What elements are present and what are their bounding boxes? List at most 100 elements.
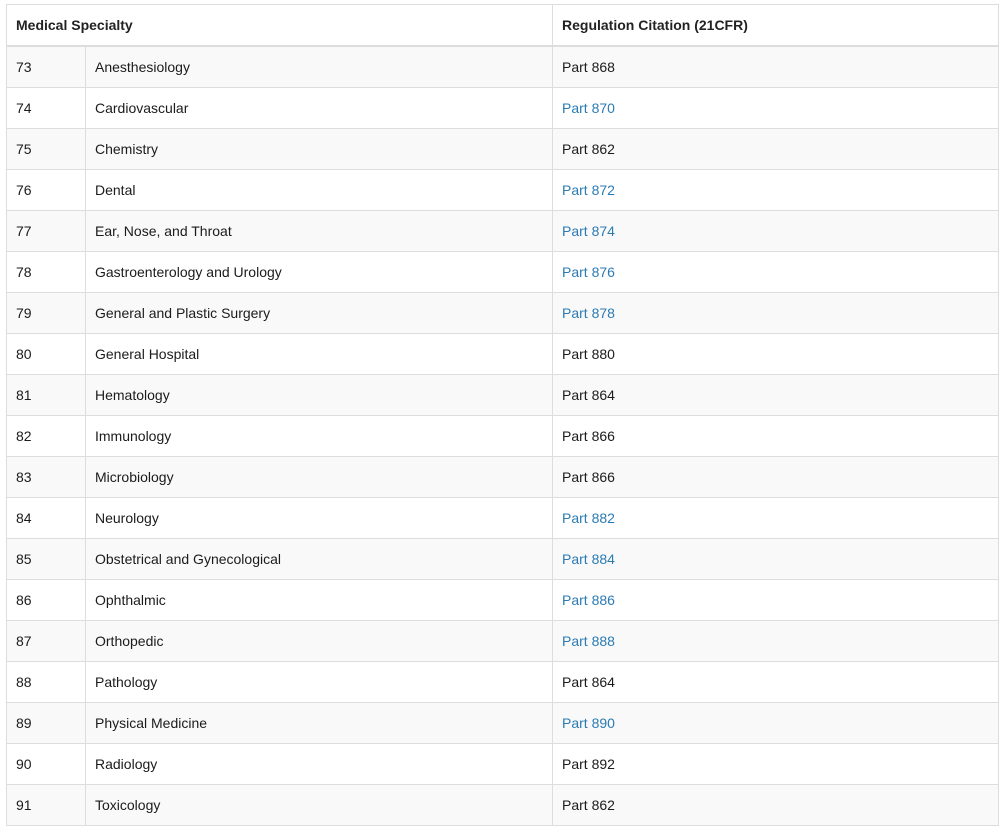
regulation-citation-cell: Part 878 bbox=[552, 292, 999, 334]
specialty-name-cell: General Hospital bbox=[85, 333, 553, 375]
table-row: 90 Radiology Part 892 bbox=[6, 743, 999, 785]
specialty-code-cell: 90 bbox=[6, 743, 86, 785]
specialty-name-cell: Immunology bbox=[85, 415, 553, 457]
specialty-code-cell: 89 bbox=[6, 702, 86, 744]
table-row: 73 Anesthesiology Part 868 bbox=[6, 45, 999, 88]
regulation-part-text: Part 862 bbox=[562, 141, 615, 157]
regulation-part-link[interactable]: Part 878 bbox=[562, 305, 615, 321]
specialty-code-cell: 84 bbox=[6, 497, 86, 539]
regulation-part-link[interactable]: Part 890 bbox=[562, 715, 615, 731]
specialty-name-cell: Pathology bbox=[85, 661, 553, 703]
specialty-name-cell: Ophthalmic bbox=[85, 579, 553, 621]
specialty-code-cell: 73 bbox=[6, 45, 86, 88]
table-row: 84 Neurology Part 882 bbox=[6, 497, 999, 539]
specialty-code-cell: 91 bbox=[6, 784, 86, 826]
specialty-name-cell: General and Plastic Surgery bbox=[85, 292, 553, 334]
specialty-code-cell: 83 bbox=[6, 456, 86, 498]
specialty-name-cell: Orthopedic bbox=[85, 620, 553, 662]
regulation-citation-cell: Part 862 bbox=[552, 128, 999, 170]
specialty-code-cell: 82 bbox=[6, 415, 86, 457]
specialty-code-cell: 76 bbox=[6, 169, 86, 211]
specialty-code-cell: 88 bbox=[6, 661, 86, 703]
specialty-code-cell: 87 bbox=[6, 620, 86, 662]
regulation-citation-cell: Part 862 bbox=[552, 784, 999, 826]
regulation-part-text: Part 866 bbox=[562, 469, 615, 485]
regulation-part-link[interactable]: Part 876 bbox=[562, 264, 615, 280]
specialty-code-cell: 81 bbox=[6, 374, 86, 416]
table-row: 76 Dental Part 872 bbox=[6, 169, 999, 211]
table-row: 78 Gastroenterology and Urology Part 876 bbox=[6, 251, 999, 293]
table-row: 79 General and Plastic Surgery Part 878 bbox=[6, 292, 999, 334]
regulation-part-link[interactable]: Part 886 bbox=[562, 592, 615, 608]
regulation-part-text: Part 864 bbox=[562, 674, 615, 690]
table-row: 86 Ophthalmic Part 886 bbox=[6, 579, 999, 621]
regulation-part-text: Part 892 bbox=[562, 756, 615, 772]
regulation-citation-cell: Part 866 bbox=[552, 456, 999, 498]
header-medical-specialty: Medical Specialty bbox=[6, 4, 553, 47]
specialty-code-cell: 74 bbox=[6, 87, 86, 129]
table-row: 87 Orthopedic Part 888 bbox=[6, 620, 999, 662]
regulation-part-link[interactable]: Part 888 bbox=[562, 633, 615, 649]
specialty-code-cell: 78 bbox=[6, 251, 86, 293]
regulation-citation-cell: Part 880 bbox=[552, 333, 999, 375]
regulation-part-text: Part 864 bbox=[562, 387, 615, 403]
specialty-name-cell: Chemistry bbox=[85, 128, 553, 170]
regulation-part-text: Part 868 bbox=[562, 59, 615, 75]
regulation-citation-cell: Part 874 bbox=[552, 210, 999, 252]
regulation-citation-cell: Part 890 bbox=[552, 702, 999, 744]
specialty-regulation-table: Medical Specialty Regulation Citation (2… bbox=[6, 4, 999, 826]
table-row: 89 Physical Medicine Part 890 bbox=[6, 702, 999, 744]
table-row: 82 Immunology Part 866 bbox=[6, 415, 999, 457]
regulation-part-text: Part 866 bbox=[562, 428, 615, 444]
specialty-name-cell: Radiology bbox=[85, 743, 553, 785]
regulation-part-link[interactable]: Part 872 bbox=[562, 182, 615, 198]
table-row: 91 Toxicology Part 862 bbox=[6, 784, 999, 826]
specialty-name-cell: Hematology bbox=[85, 374, 553, 416]
regulation-part-text: Part 880 bbox=[562, 346, 615, 362]
regulation-citation-cell: Part 866 bbox=[552, 415, 999, 457]
regulation-citation-cell: Part 868 bbox=[552, 45, 999, 88]
table-row: 80 General Hospital Part 880 bbox=[6, 333, 999, 375]
specialty-name-cell: Dental bbox=[85, 169, 553, 211]
table-row: 85 Obstetrical and Gynecological Part 884 bbox=[6, 538, 999, 580]
regulation-citation-cell: Part 864 bbox=[552, 661, 999, 703]
regulation-part-link[interactable]: Part 884 bbox=[562, 551, 615, 567]
regulation-citation-cell: Part 876 bbox=[552, 251, 999, 293]
specialty-name-cell: Obstetrical and Gynecological bbox=[85, 538, 553, 580]
table-row: 74 Cardiovascular Part 870 bbox=[6, 87, 999, 129]
table-row: 83 Microbiology Part 866 bbox=[6, 456, 999, 498]
table-header: Medical Specialty Regulation Citation (2… bbox=[6, 4, 999, 47]
specialty-name-cell: Gastroenterology and Urology bbox=[85, 251, 553, 293]
specialty-code-cell: 79 bbox=[6, 292, 86, 334]
specialty-name-cell: Cardiovascular bbox=[85, 87, 553, 129]
regulation-part-link[interactable]: Part 874 bbox=[562, 223, 615, 239]
specialty-code-cell: 75 bbox=[6, 128, 86, 170]
table-row: 75 Chemistry Part 862 bbox=[6, 128, 999, 170]
header-row: Medical Specialty Regulation Citation (2… bbox=[6, 4, 999, 47]
regulation-part-link[interactable]: Part 882 bbox=[562, 510, 615, 526]
regulation-citation-cell: Part 888 bbox=[552, 620, 999, 662]
regulation-citation-cell: Part 864 bbox=[552, 374, 999, 416]
regulation-citation-cell: Part 870 bbox=[552, 87, 999, 129]
specialty-name-cell: Physical Medicine bbox=[85, 702, 553, 744]
specialty-name-cell: Neurology bbox=[85, 497, 553, 539]
regulation-citation-cell: Part 892 bbox=[552, 743, 999, 785]
header-regulation-citation: Regulation Citation (21CFR) bbox=[552, 4, 999, 47]
table-row: 88 Pathology Part 864 bbox=[6, 661, 999, 703]
regulation-citation-cell: Part 882 bbox=[552, 497, 999, 539]
specialty-name-cell: Anesthesiology bbox=[85, 45, 553, 88]
regulation-citation-cell: Part 886 bbox=[552, 579, 999, 621]
specialty-name-cell: Ear, Nose, and Throat bbox=[85, 210, 553, 252]
regulation-citation-cell: Part 872 bbox=[552, 169, 999, 211]
table-row: 77 Ear, Nose, and Throat Part 874 bbox=[6, 210, 999, 252]
table-row: 81 Hematology Part 864 bbox=[6, 374, 999, 416]
specialty-name-cell: Toxicology bbox=[85, 784, 553, 826]
specialty-table-container: Medical Specialty Regulation Citation (2… bbox=[6, 4, 999, 826]
specialty-code-cell: 86 bbox=[6, 579, 86, 621]
table-body: 73 Anesthesiology Part 868 74 Cardiovascular… bbox=[6, 45, 999, 826]
specialty-code-cell: 80 bbox=[6, 333, 86, 375]
specialty-code-cell: 77 bbox=[6, 210, 86, 252]
specialty-code-cell: 85 bbox=[6, 538, 86, 580]
regulation-part-link[interactable]: Part 870 bbox=[562, 100, 615, 116]
regulation-part-text: Part 862 bbox=[562, 797, 615, 813]
